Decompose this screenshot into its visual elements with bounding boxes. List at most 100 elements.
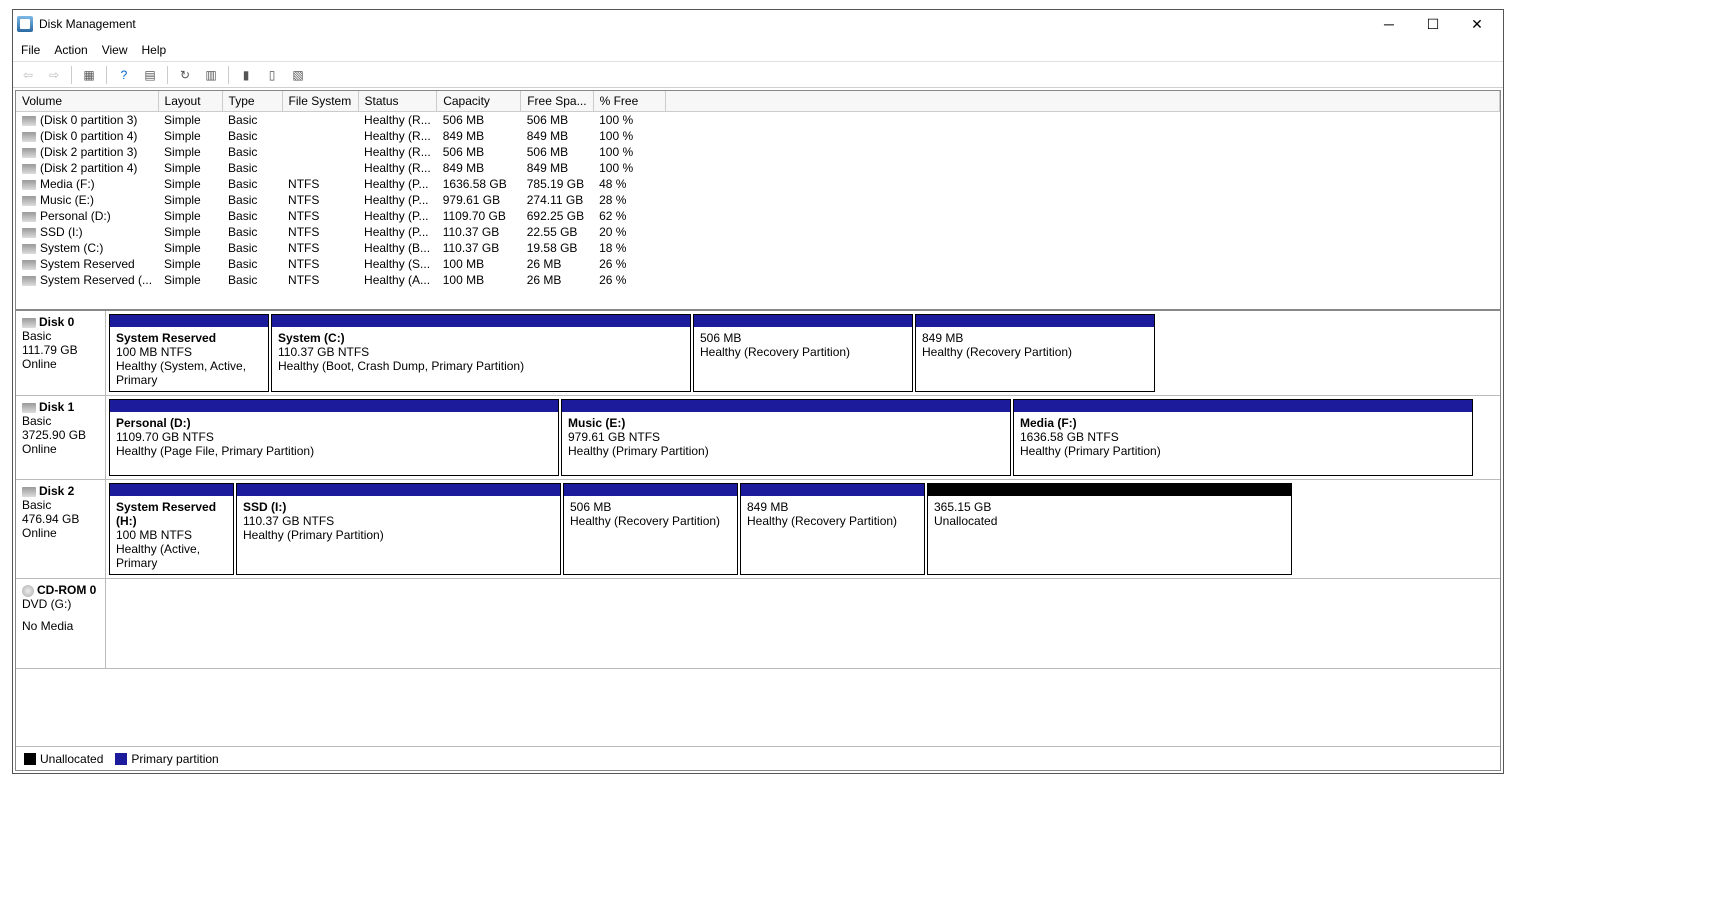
close-button[interactable]: ✕ — [1455, 10, 1499, 38]
partition[interactable]: Media (F:)1636.58 GB NTFSHealthy (Primar… — [1013, 399, 1473, 476]
partition-color-bar — [272, 315, 690, 327]
volume-row[interactable]: (Disk 2 partition 4)SimpleBasicHealthy (… — [16, 160, 1500, 176]
partition-color-bar — [110, 400, 558, 412]
volume-icon — [22, 180, 36, 190]
titlebar[interactable]: Disk Management ─ ☐ ✕ — [13, 10, 1503, 38]
column-header[interactable]: Volume — [16, 91, 158, 112]
partition[interactable]: System Reserved100 MB NTFSHealthy (Syste… — [109, 314, 269, 392]
refresh-icon[interactable]: ↻ — [174, 64, 196, 86]
disk-row[interactable]: Disk 0 Basic111.79 GBOnline System Reser… — [16, 311, 1500, 396]
cdrom-icon — [22, 585, 34, 597]
volume-icon — [22, 164, 36, 174]
disk-icon — [22, 318, 36, 328]
graphical-view-pane[interactable]: Disk 0 Basic111.79 GBOnline System Reser… — [16, 311, 1500, 746]
cdrom-row[interactable]: CD-ROM 0 DVD (G:)No Media — [16, 579, 1500, 669]
volume-row[interactable]: (Disk 2 partition 3)SimpleBasicHealthy (… — [16, 144, 1500, 160]
volume-row[interactable]: Personal (D:)SimpleBasicNTFSHealthy (P..… — [16, 208, 1500, 224]
help-icon[interactable]: ? — [113, 64, 135, 86]
menu-view[interactable]: View — [102, 43, 128, 57]
forward-icon[interactable]: ⇨ — [43, 64, 65, 86]
partition[interactable]: 365.15 GBUnallocated — [927, 483, 1292, 575]
partition[interactable]: SSD (I:)110.37 GB NTFSHealthy (Primary P… — [236, 483, 561, 575]
disk-header[interactable]: Disk 0 Basic111.79 GBOnline — [16, 311, 106, 395]
volume-row[interactable]: Music (E:)SimpleBasicNTFSHealthy (P...97… — [16, 192, 1500, 208]
column-header[interactable]: Layout — [158, 91, 222, 112]
volumes-table[interactable]: VolumeLayoutTypeFile SystemStatusCapacit… — [16, 91, 1500, 288]
volume-row[interactable]: System Reserved (...SimpleBasicNTFSHealt… — [16, 272, 1500, 288]
menu-file[interactable]: File — [21, 43, 40, 57]
disk-icon — [22, 403, 36, 413]
rescan-icon[interactable]: ▥ — [200, 64, 222, 86]
volume-row[interactable]: System ReservedSimpleBasicNTFSHealthy (S… — [16, 256, 1500, 272]
menu-action[interactable]: Action — [54, 43, 87, 57]
column-header[interactable]: Free Spa... — [521, 91, 593, 112]
partition-color-bar — [916, 315, 1154, 327]
volume-row[interactable]: (Disk 0 partition 4)SimpleBasicHealthy (… — [16, 128, 1500, 144]
more-icon[interactable]: ▧ — [287, 64, 309, 86]
volume-row[interactable]: SSD (I:)SimpleBasicNTFSHealthy (P...110.… — [16, 224, 1500, 240]
column-header[interactable]: Status — [358, 91, 437, 112]
volume-icon — [22, 132, 36, 142]
partition[interactable]: Personal (D:)1109.70 GB NTFSHealthy (Pag… — [109, 399, 559, 476]
volumes-list-pane[interactable]: VolumeLayoutTypeFile SystemStatusCapacit… — [16, 91, 1500, 311]
column-header[interactable]: Type — [222, 91, 282, 112]
menubar: File Action View Help — [13, 38, 1503, 62]
detach-vhd-icon[interactable]: ▯ — [261, 64, 283, 86]
attach-vhd-icon[interactable]: ▮ — [235, 64, 257, 86]
partition-color-bar — [928, 484, 1291, 496]
properties-icon[interactable]: ▤ — [139, 64, 161, 86]
partition-color-bar — [1014, 400, 1472, 412]
volume-row[interactable]: System (C:)SimpleBasicNTFSHealthy (B...1… — [16, 240, 1500, 256]
volume-icon — [22, 148, 36, 158]
legend-label-primary: Primary partition — [131, 752, 218, 766]
disk-partitions: System Reserved (H:)100 MB NTFSHealthy (… — [106, 480, 1500, 578]
partition-color-bar — [110, 315, 268, 327]
partition[interactable]: Music (E:)979.61 GB NTFSHealthy (Primary… — [561, 399, 1011, 476]
partition[interactable]: System Reserved (H:)100 MB NTFSHealthy (… — [109, 483, 234, 575]
column-header[interactable]: % Free — [593, 91, 665, 112]
column-header[interactable]: File System — [282, 91, 358, 112]
partition[interactable]: 506 MBHealthy (Recovery Partition) — [693, 314, 913, 392]
legend-label-unallocated: Unallocated — [40, 752, 103, 766]
volume-icon — [22, 212, 36, 222]
volume-icon — [22, 244, 36, 254]
app-icon — [17, 16, 33, 32]
menu-help[interactable]: Help — [142, 43, 167, 57]
content-area: VolumeLayoutTypeFile SystemStatusCapacit… — [15, 90, 1501, 771]
minimize-button[interactable]: ─ — [1367, 10, 1411, 38]
disk-header[interactable]: Disk 2 Basic476.94 GBOnline — [16, 480, 106, 578]
toolbar: ⇦ ⇨ ▦ ? ▤ ↻ ▥ ▮ ▯ ▧ — [13, 62, 1503, 88]
partition[interactable]: 849 MBHealthy (Recovery Partition) — [915, 314, 1155, 392]
disk-icon — [22, 487, 36, 497]
maximize-button[interactable]: ☐ — [1411, 10, 1455, 38]
back-icon[interactable]: ⇦ — [17, 64, 39, 86]
disk-row[interactable]: Disk 2 Basic476.94 GBOnline System Reser… — [16, 480, 1500, 579]
disk-partitions: Personal (D:)1109.70 GB NTFSHealthy (Pag… — [106, 396, 1500, 479]
partition[interactable]: System (C:)110.37 GB NTFSHealthy (Boot, … — [271, 314, 691, 392]
window-title: Disk Management — [39, 17, 1367, 31]
partition-color-bar — [694, 315, 912, 327]
column-header[interactable]: Capacity — [437, 91, 521, 112]
disk-management-window: Disk Management ─ ☐ ✕ File Action View H… — [12, 9, 1504, 774]
volume-row[interactable]: Media (F:)SimpleBasicNTFSHealthy (P...16… — [16, 176, 1500, 192]
partition[interactable]: 849 MBHealthy (Recovery Partition) — [740, 483, 925, 575]
legend: Unallocated Primary partition — [16, 746, 1500, 770]
volume-row[interactable]: (Disk 0 partition 3)SimpleBasicHealthy (… — [16, 112, 1500, 129]
partition-color-bar — [237, 484, 560, 496]
show-hide-icon[interactable]: ▦ — [78, 64, 100, 86]
disk-row[interactable]: Disk 1 Basic3725.90 GBOnline Personal (D… — [16, 396, 1500, 480]
cdrom-header[interactable]: CD-ROM 0 DVD (G:)No Media — [16, 579, 106, 668]
disk-header[interactable]: Disk 1 Basic3725.90 GBOnline — [16, 396, 106, 479]
legend-swatch-unallocated — [24, 753, 36, 765]
volume-icon — [22, 276, 36, 286]
legend-swatch-primary — [115, 753, 127, 765]
partition-color-bar — [562, 400, 1010, 412]
volume-icon — [22, 260, 36, 270]
volume-icon — [22, 228, 36, 238]
partition[interactable]: 506 MBHealthy (Recovery Partition) — [563, 483, 738, 575]
volume-icon — [22, 196, 36, 206]
partition-color-bar — [741, 484, 924, 496]
disk-partitions: System Reserved100 MB NTFSHealthy (Syste… — [106, 311, 1500, 395]
partition-color-bar — [564, 484, 737, 496]
partition-color-bar — [110, 484, 233, 496]
